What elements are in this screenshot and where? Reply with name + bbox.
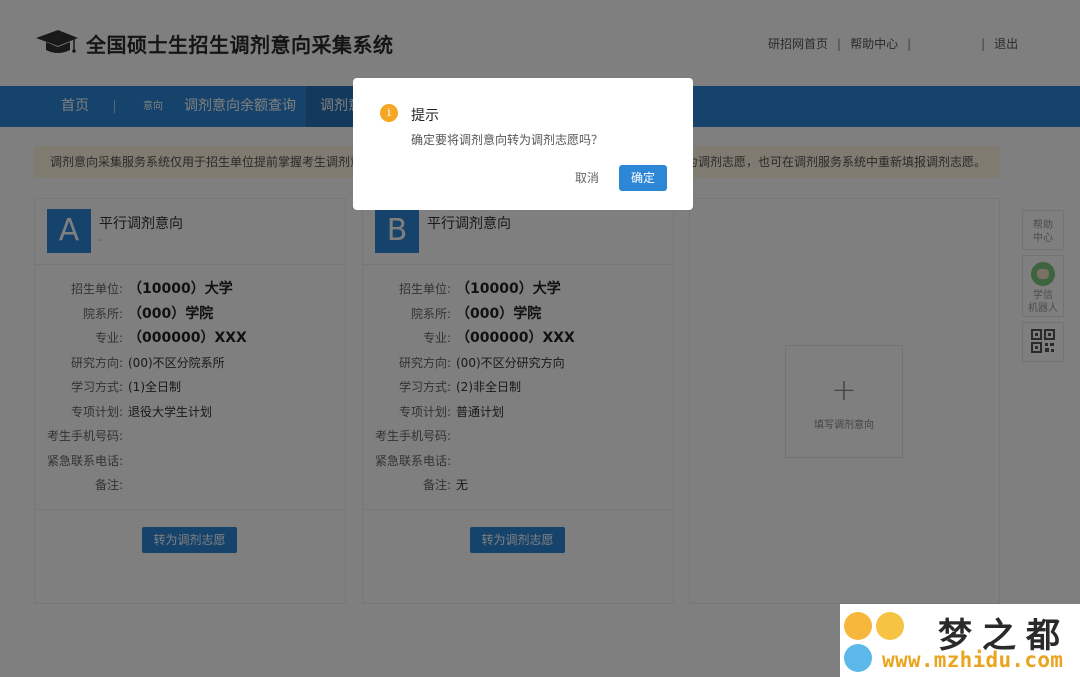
smiley-icon [844, 612, 872, 640]
confirm-dialog: i 提示 确定要将调剂意向转为调剂志愿吗？ 取消 确定 [353, 78, 693, 210]
cancel-button[interactable]: 取消 [565, 165, 609, 191]
smiley-icon [876, 612, 904, 640]
dialog-title: 提示 [411, 108, 439, 124]
info-icon: i [380, 104, 398, 122]
smiley-icon [844, 644, 872, 672]
site-watermark: 梦之都 www.mzhidu.com [840, 604, 1080, 677]
watermark-url: www.mzhidu.com [882, 648, 1064, 672]
dialog-message: 确定要将调剂意向转为调剂志愿吗？ [411, 133, 604, 147]
confirm-button[interactable]: 确定 [619, 165, 667, 191]
